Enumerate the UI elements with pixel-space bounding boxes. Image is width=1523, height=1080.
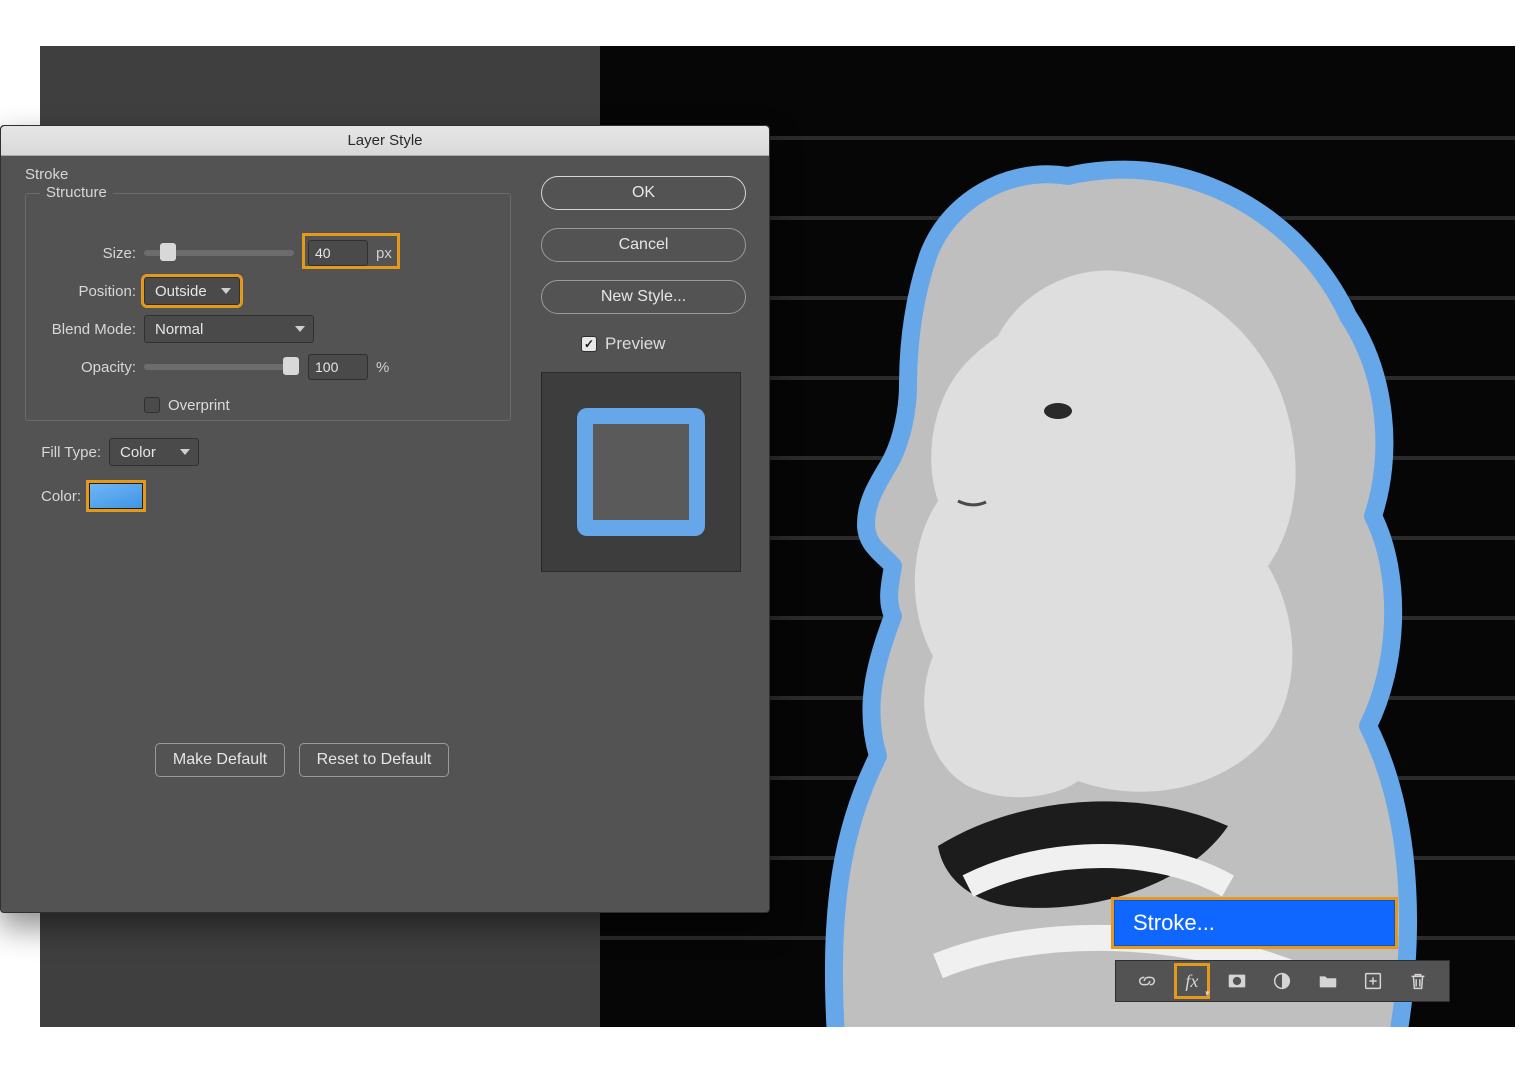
make-default-button[interactable]: Make Default <box>155 743 285 777</box>
position-label: Position: <box>40 283 144 300</box>
size-unit: px <box>376 245 392 262</box>
link-icon[interactable] <box>1132 966 1162 996</box>
structure-fieldset: Structure Size: px Position: <box>25 193 511 421</box>
filltype-dropdown[interactable]: Color <box>109 438 199 466</box>
opacity-unit: % <box>376 359 389 376</box>
position-dropdown[interactable]: Outside <box>144 277 240 305</box>
cancel-button[interactable]: Cancel <box>541 228 746 262</box>
overprint-label: Overprint <box>168 397 230 414</box>
overprint-checkbox[interactable] <box>144 397 160 413</box>
blend-mode-label: Blend Mode: <box>40 321 144 338</box>
blend-mode-dropdown[interactable]: Normal <box>144 315 314 343</box>
ok-button[interactable]: OK <box>541 176 746 210</box>
size-label: Size: <box>40 245 144 262</box>
fx-menu-item-stroke[interactable]: Stroke... <box>1114 900 1395 946</box>
dialog-title: Layer Style <box>1 126 769 156</box>
preview-label: Preview <box>605 334 665 354</box>
position-value: Outside <box>155 283 207 300</box>
fx-menu-item-stroke-label: Stroke... <box>1133 910 1215 936</box>
new-style-button[interactable]: New Style... <box>541 280 746 314</box>
preview-checkbox[interactable] <box>581 336 597 352</box>
mask-icon[interactable] <box>1222 966 1252 996</box>
opacity-slider[interactable] <box>144 364 294 370</box>
filltype-label: Fill Type: <box>25 444 109 461</box>
opacity-label: Opacity: <box>40 359 144 376</box>
subject-silhouette <box>758 146 1458 1027</box>
preview-thumbnail <box>541 372 741 572</box>
color-label: Color: <box>25 488 89 505</box>
adjustment-icon[interactable] <box>1267 966 1297 996</box>
preview-stroke-swatch <box>577 408 705 536</box>
trash-icon[interactable] <box>1403 966 1433 996</box>
structure-legend: Structure <box>40 184 113 201</box>
size-input[interactable] <box>308 240 368 266</box>
stroke-section-label: Stroke <box>25 166 511 183</box>
reset-default-button[interactable]: Reset to Default <box>299 743 449 777</box>
blend-mode-value: Normal <box>155 321 203 338</box>
new-layer-icon[interactable] <box>1358 966 1388 996</box>
layer-style-dialog: Layer Style Stroke Structure Size: px <box>0 125 770 913</box>
opacity-input[interactable] <box>308 354 368 380</box>
layers-panel-footer: fx ▾ <box>1115 960 1450 1002</box>
size-slider[interactable] <box>144 250 294 256</box>
folder-icon[interactable] <box>1313 966 1343 996</box>
color-swatch[interactable] <box>89 483 143 509</box>
filltype-value: Color <box>120 444 156 461</box>
fx-icon[interactable]: fx ▾ <box>1177 966 1207 996</box>
